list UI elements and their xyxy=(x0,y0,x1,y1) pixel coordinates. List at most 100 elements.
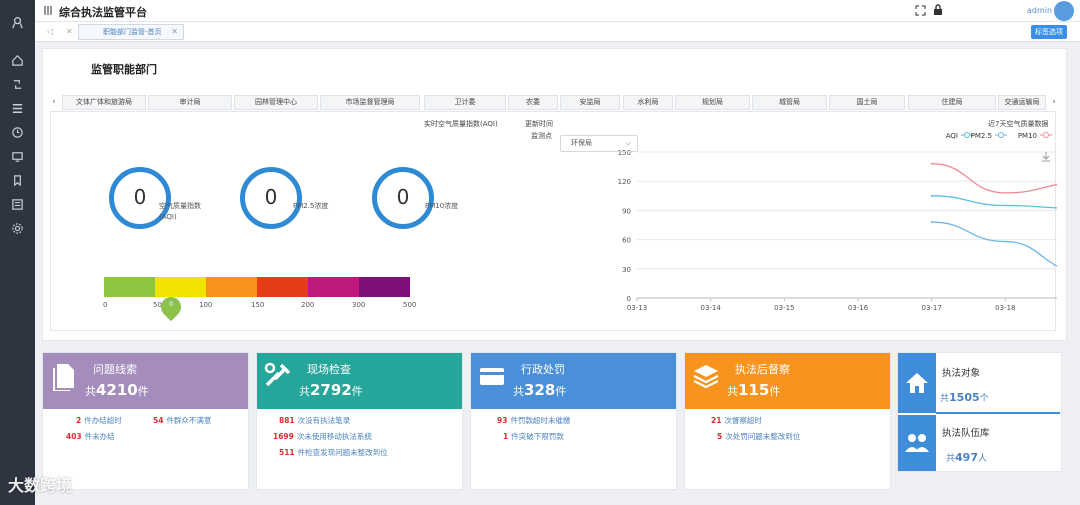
aqi-scale-segment xyxy=(104,277,155,297)
targets-title[interactable]: 执法对象 xyxy=(942,365,980,379)
monitor-icon[interactable] xyxy=(11,150,24,163)
update-time-label: 更新时间 xyxy=(525,120,553,128)
card-stat[interactable]: 511 件检查发现问题未整改到位 xyxy=(279,447,388,458)
card-stat-number: 403 xyxy=(66,432,82,441)
card-stat-number: 21 xyxy=(711,416,722,425)
chart-x-tick: 03-16 xyxy=(848,304,869,312)
card-stat[interactable]: 403 件未办结 xyxy=(66,431,115,442)
tab-back-icon[interactable]: ◁ xyxy=(47,27,53,36)
chart-legend-label: AQI xyxy=(946,132,958,140)
summary-card[interactable]: 行政处罚 共328件 93 件罚款超时未催缴 1 件突破下限罚款 xyxy=(470,352,677,490)
targets-prefix: 共 xyxy=(940,394,950,404)
card-total-number: 115 xyxy=(738,381,770,399)
avatar[interactable] xyxy=(1054,1,1074,21)
top-bar: 综合执法监管平台 admin xyxy=(35,0,1080,22)
tab-home-close-icon[interactable]: ✕ xyxy=(171,25,178,39)
clock-icon[interactable] xyxy=(11,126,24,139)
card-stat-text: 次督察超时 xyxy=(724,416,762,425)
dept-tab[interactable]: 农委 xyxy=(508,95,558,110)
home-icon[interactable] xyxy=(11,54,24,67)
settings-icon[interactable] xyxy=(11,222,24,235)
list-icon[interactable] xyxy=(11,198,24,211)
section-title: 监管职能部门 xyxy=(91,63,157,76)
team-title[interactable]: 执法队伍库 xyxy=(942,425,990,439)
dept-tab[interactable]: 市场监督管理局 xyxy=(320,95,420,110)
card-stat-number: 1 xyxy=(503,432,509,441)
card-stat-number: 511 xyxy=(279,448,295,457)
station-select[interactable]: 环保局 ⌵ xyxy=(560,135,638,152)
summary-card[interactable]: 执法后督察 共115件 21 次督察超时 5 次处罚问题未整改到位 xyxy=(684,352,891,490)
station-label: 监测点 xyxy=(531,132,552,140)
realtime-title: 实时空气质量指数(AQI) xyxy=(424,120,498,128)
card-stat-text: 件群众不满意 xyxy=(166,416,212,425)
download-icon[interactable] xyxy=(1042,152,1050,162)
fullscreen-icon[interactable] xyxy=(915,5,926,19)
targets-number: 1505 xyxy=(949,391,980,404)
card-stat-text: 件罚款超时未催缴 xyxy=(510,416,571,425)
summary-card[interactable]: 问题线索 共4210件 2 件办结超时 54 件群众不满意 403 件未办结 xyxy=(42,352,249,490)
targets-count[interactable]: 共1505个 xyxy=(940,391,989,404)
card-total-prefix: 共 xyxy=(299,385,310,398)
summary-card[interactable]: 现场检查 共2792件 881 次没有执法笔录 1699 次未使用移动执法系统 511 件检查… xyxy=(256,352,463,490)
card-stat[interactable]: 1699 次未使用移动执法系统 xyxy=(273,431,372,442)
dept-tab[interactable]: 审计局 xyxy=(148,95,232,110)
card-stat-text: 件办结超时 xyxy=(84,416,122,425)
card-stat[interactable]: 2 件办结超时 xyxy=(76,415,122,426)
card-stat-number: 93 xyxy=(497,416,508,425)
department-tabs: ‹ 文体广体和旅游局 审计局 园林管理中心 市场监督管理局 卫计委 农委 安监局 水利局 规划局… xyxy=(48,95,1060,110)
chart-point xyxy=(1004,191,1007,194)
card-total-prefix: 共 xyxy=(513,385,524,398)
card-header: 执法后督察 共115件 xyxy=(685,353,890,409)
menu-icon[interactable] xyxy=(43,5,53,19)
card-stat[interactable]: 1 件突破下限罚款 xyxy=(503,431,564,442)
tab-options-button[interactable]: 标签选项 xyxy=(1031,25,1067,39)
tabs-prev-arrow[interactable]: ‹ xyxy=(48,95,60,110)
card-stat-text: 次未使用移动执法系统 xyxy=(296,432,372,441)
card-total-prefix: 共 xyxy=(727,385,738,398)
targets-suffix: 个 xyxy=(979,394,989,404)
logo-icon xyxy=(11,16,24,29)
tab-home[interactable]: 职能部门监管-首页 ✕ xyxy=(78,24,184,40)
dept-tab[interactable]: 国土局 xyxy=(829,95,905,110)
document-icon xyxy=(49,361,79,391)
tabs-next-arrow[interactable]: › xyxy=(1048,95,1060,110)
dept-tab[interactable]: 安监局 xyxy=(560,95,620,110)
team-suffix: 人 xyxy=(977,454,987,464)
chart-y-tick: 0 xyxy=(627,295,631,303)
card-header: 问题线索 共4210件 xyxy=(43,353,248,409)
card-stat-text: 件未办结 xyxy=(84,432,115,441)
tab-close-icon[interactable]: ✕ xyxy=(66,27,73,36)
card-total-number: 328 xyxy=(524,381,556,399)
user-name[interactable]: admin xyxy=(1027,6,1052,15)
pm25-label: PM2.5浓度 xyxy=(293,202,329,210)
card-stat[interactable]: 5 次处罚问题未整改到位 xyxy=(717,431,800,442)
lock-icon[interactable] xyxy=(933,4,943,19)
dept-tab[interactable]: 园林管理中心 xyxy=(234,95,318,110)
dept-tab[interactable]: 城管局 xyxy=(752,95,827,110)
card-stat-number: 5 xyxy=(717,432,723,441)
home-building-icon xyxy=(906,373,928,393)
watermark: 大数跨境 xyxy=(8,476,73,495)
dept-tab[interactable]: 文体广体和旅游局 xyxy=(62,95,146,110)
card-total-suffix: 件 xyxy=(555,385,567,398)
dept-tab[interactable]: 规划局 xyxy=(675,95,750,110)
aqi-scale-tick: 150 xyxy=(251,301,265,309)
dept-tab[interactable]: 住建局 xyxy=(908,95,996,110)
refresh-icon[interactable] xyxy=(11,78,24,91)
dept-tab[interactable]: 水利局 xyxy=(623,95,673,110)
card-icon xyxy=(477,361,507,391)
card-title: 现场检查 xyxy=(307,363,351,376)
tab-home-label: 职能部门监管-首页 xyxy=(103,28,162,36)
team-count[interactable]: 共497人 xyxy=(946,451,987,464)
chart-legend-label: PM2.5 xyxy=(971,132,992,140)
team-tile xyxy=(898,415,936,471)
grid-icon[interactable] xyxy=(11,102,24,115)
bookmark-icon[interactable] xyxy=(11,174,24,187)
dept-tab[interactable]: 卫计委 xyxy=(424,95,506,110)
card-stat[interactable]: 93 件罚款超时未催缴 xyxy=(497,415,570,426)
chart-legend-marker xyxy=(964,132,970,138)
card-stat[interactable]: 54 件群众不满意 xyxy=(153,415,211,426)
card-stat[interactable]: 21 次督察超时 xyxy=(711,415,762,426)
dept-tab[interactable]: 交通运输局 xyxy=(998,95,1046,110)
card-stat[interactable]: 881 次没有执法笔录 xyxy=(279,415,350,426)
